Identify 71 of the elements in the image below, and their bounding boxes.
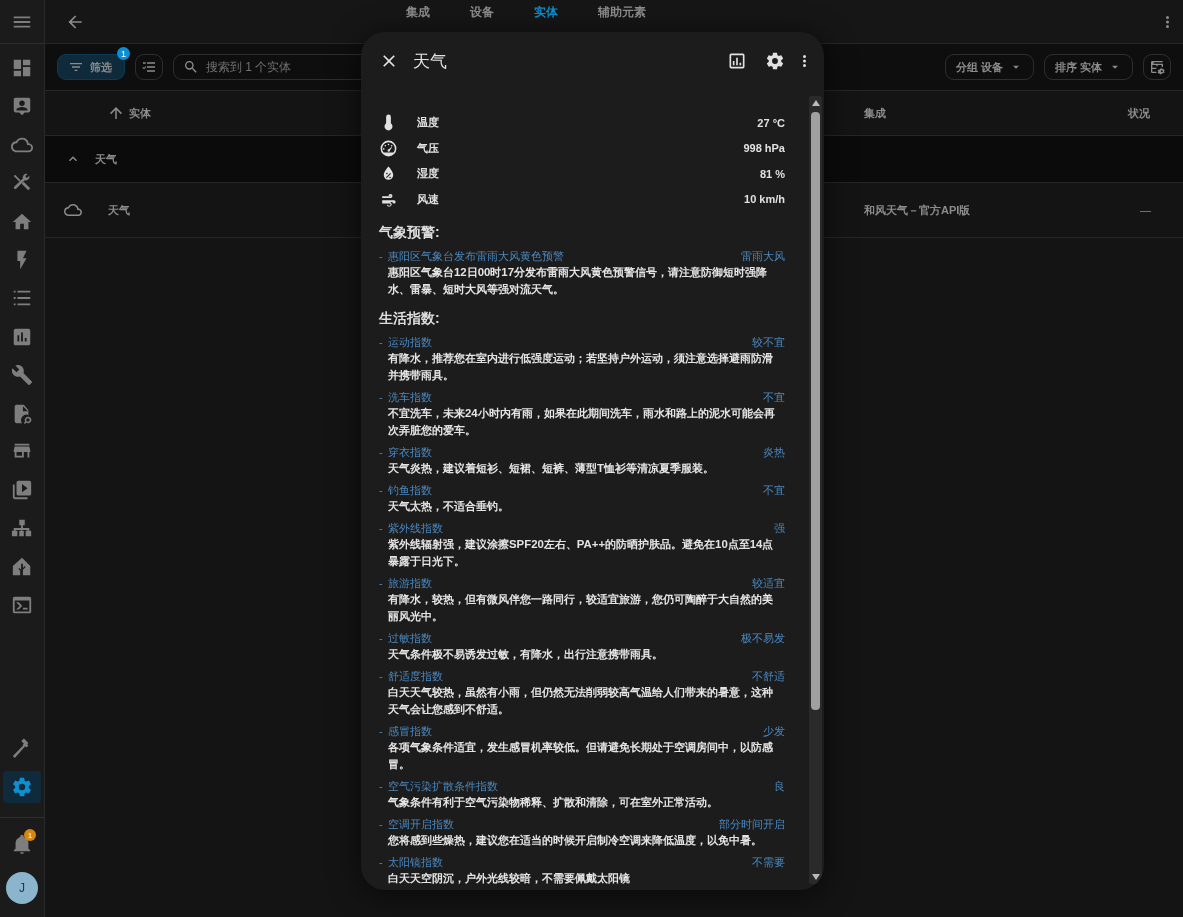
index-title: 钓鱼指数	[388, 482, 433, 498]
index-title: 穿衣指数	[388, 444, 433, 460]
list-dash: -	[379, 577, 384, 589]
index-description: 有降水，推荐您在室内进行低强度运动；若坚持户外运动，须注意选择避雨防滑并携带雨具。	[387, 351, 774, 383]
index-level: 良	[774, 778, 785, 794]
index-title: 过敏指数	[388, 630, 433, 646]
index-description: 紫外线辐射强，建议涂擦SPF20左右、PA++的防晒护肤品。避免在10点至14点暴露于日光下。	[387, 537, 775, 569]
list-dash: -	[379, 632, 384, 644]
list-dash: -	[379, 818, 384, 830]
list-dash: -	[379, 391, 384, 403]
attribute-label: 温度	[417, 115, 440, 131]
attribute-label: 风速	[417, 191, 440, 207]
list-dash: -	[379, 484, 384, 496]
index-description: 天气条件极不易诱发过敏，有降水，出行注意携带雨具。	[387, 647, 664, 662]
column-label: 实体	[129, 105, 151, 121]
index-title: 旅游指数	[388, 575, 433, 591]
index-description: 天气炎热，建议着短衫、短裙、短裤、薄型T恤衫等清凉夏季服装。	[387, 461, 715, 476]
index-description: 气象条件有利于空气污染物稀释、扩散和清除，可在室外正常活动。	[387, 795, 719, 810]
list-dash: -	[379, 725, 384, 737]
list-dash: -	[379, 250, 384, 262]
column-label: 状况	[1128, 105, 1150, 121]
table-cell: 天气	[108, 202, 130, 218]
index-title: 紫外线指数	[388, 520, 444, 536]
index-level: 部分时间开启	[719, 816, 785, 832]
list-dash: -	[379, 336, 384, 348]
index-description: 不宜洗车，未来24小时内有雨，如果在此期间洗车，雨水和路上的泥水可能会再次弄脏您的爱车。	[387, 406, 776, 438]
index-title: 洗车指数	[388, 389, 433, 405]
index-description: 您将感到些燥热，建议您在适当的时候开启制冷空调来降低温度，以免中暑。	[387, 833, 763, 848]
attribute-value: 27 °C	[757, 116, 785, 129]
index-title: 空气污染扩散条件指数	[388, 778, 499, 794]
dialog-title: 天气	[413, 50, 448, 73]
index-level: 不需要	[752, 854, 785, 870]
list-dash: -	[379, 780, 384, 792]
index-description: 各项气象条件适宜，发生感冒机率较低。但请避免长期处于空调房间中，以防感冒。	[387, 740, 774, 772]
index-level: 不宜	[763, 389, 785, 405]
attribute-label: 气压	[417, 140, 440, 156]
index-level: 较适宜	[752, 575, 785, 591]
index-title: 惠阳区气象台发布雷雨大风黄色预警	[388, 248, 565, 264]
filter-count-badge: 1	[117, 47, 130, 60]
table-cell-text: 和风天气－官方API版	[864, 202, 972, 218]
attribute-value: 998 hPa	[743, 142, 785, 155]
attribute-value: 81 %	[759, 167, 785, 180]
list-dash: -	[379, 446, 384, 458]
notification-badge: 1	[24, 829, 36, 841]
index-level: 不宜	[763, 482, 785, 498]
index-description: 天气太热，不适合垂钓。	[387, 499, 510, 514]
index-title: 舒适度指数	[388, 668, 444, 684]
list-dash: -	[379, 522, 384, 534]
list-dash: -	[379, 670, 384, 682]
index-title: 太阳镜指数	[388, 854, 444, 870]
list-dash: -	[379, 856, 384, 868]
index-description: 白天天空阴沉，户外光线较暗，不需要佩戴太阳镜	[387, 871, 631, 886]
index-level: 强	[774, 520, 785, 536]
attribute-label: 湿度	[417, 166, 440, 182]
index-title: 运动指数	[388, 334, 433, 350]
index-description: 白天天气较热，虽然有小雨，但仍然无法削弱较高气温给人们带来的暑意，这种天气会让您感到不舒适。	[387, 685, 774, 717]
index-level: 较不宜	[752, 334, 785, 350]
index-level: 炎热	[763, 444, 785, 460]
index-level: 少发	[763, 723, 785, 739]
attribute-value: 10 km/h	[744, 193, 785, 206]
index-level: 不舒适	[752, 668, 785, 684]
index-level: 雷雨大风	[741, 248, 785, 264]
index-title: 空调开启指数	[388, 816, 455, 832]
index-title: 感冒指数	[388, 723, 433, 739]
index-description: 有降水，较热，但有微风伴您一路同行，较适宜旅游，您仍可陶醉于大自然的美丽风光中。	[387, 592, 774, 624]
index-description: 惠阳区气象台12日00时17分发布雷雨大风黄色预警信号，请注意防御短时强降水、雷暴、短时大风等强对流天气。	[387, 265, 768, 297]
section-heading: 生活指数:	[379, 310, 441, 328]
section-heading: 气象预警:	[379, 224, 441, 242]
column-label: 集成	[864, 105, 886, 121]
index-level: 极不易发	[741, 630, 785, 646]
table-cell-text: —	[1139, 204, 1152, 216]
